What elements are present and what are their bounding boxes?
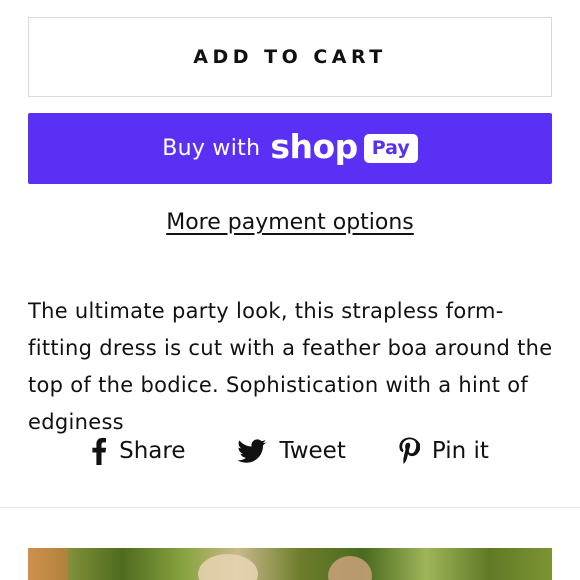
share-pinterest-link[interactable]: Pin it [398,437,489,465]
product-description: The ultimate party look, this strapless … [28,299,553,434]
photo-detail [198,554,258,580]
twitter-icon [237,439,267,463]
social-share-row: Share Tweet Pin it [0,430,580,472]
pay-badge: Pay [363,134,418,163]
tweet-label: Tweet [279,438,346,464]
photo-detail [28,548,68,580]
buy-with-label: Buy with [162,136,261,161]
share-facebook-link[interactable]: Share [91,437,185,465]
share-label: Share [119,438,186,464]
photo-detail [328,556,372,580]
facebook-icon [92,437,107,465]
share-twitter-link[interactable]: Tweet [237,438,346,464]
section-divider [0,507,580,508]
shop-logo-word: shop [270,127,358,166]
shop-pay-button[interactable]: Buy with shop Pay [28,113,552,184]
more-payment-options-link[interactable]: More payment options [0,210,580,235]
pin-it-label: Pin it [431,438,489,464]
product-photo[interactable] [28,548,552,580]
pinterest-icon [399,437,420,464]
add-to-cart-button[interactable]: ADD TO CART [28,17,552,97]
